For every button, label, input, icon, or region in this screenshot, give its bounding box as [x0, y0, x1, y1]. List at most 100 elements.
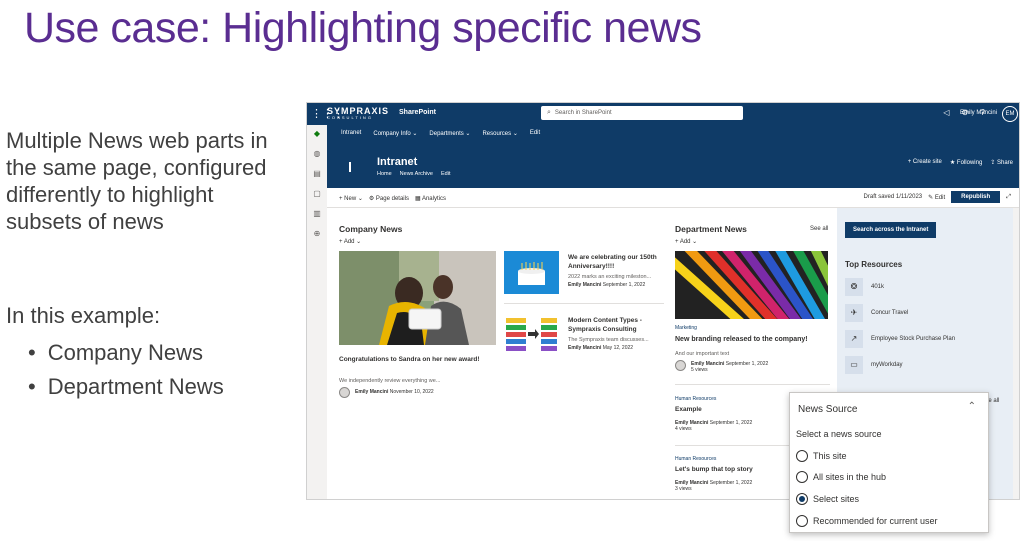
content-types-diagram	[504, 312, 559, 355]
site-title[interactable]: Intranet	[377, 156, 417, 168]
document-icon[interactable]: ▢	[307, 185, 327, 205]
resource-label: Employee Stock Purchase Plan	[871, 336, 956, 342]
department-news-title: Department News	[675, 224, 747, 234]
anniversary-image[interactable]	[504, 251, 559, 294]
author-name[interactable]: Emily Mancini	[568, 345, 601, 351]
author-avatar	[675, 360, 686, 371]
pencils-photo	[675, 251, 828, 319]
radio-recommended[interactable]: Recommended for current user	[796, 514, 938, 528]
line-chart-icon: ↗	[845, 330, 863, 348]
search-placeholder: Search in SharePoint	[554, 110, 612, 116]
radio-button[interactable]	[796, 471, 808, 483]
company-news-add[interactable]: + Add ⌄	[339, 238, 361, 245]
site-nav-item[interactable]: News Archive	[400, 171, 433, 177]
radio-select-sites[interactable]: Select sites	[796, 492, 859, 506]
search-box[interactable]: ⌕ Search in SharePoint	[541, 106, 743, 120]
post-date: September 1, 2022	[602, 282, 646, 288]
news-item-title[interactable]: Example	[675, 405, 702, 414]
hub-nav-item[interactable]: Edit	[530, 130, 540, 138]
brand-logo[interactable]: SYMPRAXIS CONSULTING	[327, 106, 389, 120]
create-site-button[interactable]: + Create site	[908, 159, 942, 166]
globe-icon[interactable]: ◍	[307, 145, 327, 165]
post-date: May 12, 2022	[602, 345, 634, 351]
post-date: November 10, 2022	[389, 389, 434, 395]
radio-button[interactable]	[796, 450, 808, 462]
news-source-subtitle: Select a news source	[796, 429, 882, 439]
hub-nav-item[interactable]: Resources ⌄	[482, 130, 517, 138]
slide-bullet-list: Company News Department News	[28, 336, 224, 404]
avatar[interactable]: EM	[1002, 106, 1018, 122]
news-item-title[interactable]: We are celebrating our 150th Anniversary…	[568, 253, 668, 271]
chevron-up-icon[interactable]: ⌃	[968, 401, 976, 412]
piggy-bank-icon: ❂	[845, 278, 863, 296]
category-label[interactable]: Marketing	[675, 325, 697, 331]
post-date: September 1, 2022	[709, 480, 753, 486]
home-icon[interactable]: ◆	[307, 125, 327, 145]
search-intranet-button[interactable]: Search across the Intranet	[845, 222, 937, 238]
new-button[interactable]: + New ⌄	[339, 195, 363, 202]
hub-nav-item[interactable]: Company Info ⌄	[373, 130, 417, 138]
category-label[interactable]: Human Resources	[675, 456, 716, 462]
scrollbar[interactable]	[1013, 208, 1019, 499]
cake-photo	[504, 251, 559, 294]
megaphone-icon[interactable]: ◁	[943, 108, 949, 117]
department-hero-image[interactable]	[675, 251, 828, 319]
radio-label: All sites in the hub	[813, 472, 887, 482]
news-source-panel: News Source ⌃ Select a news source This …	[789, 392, 989, 533]
site-nav-item[interactable]: Edit	[441, 171, 450, 177]
department-see-all-link[interactable]: See all	[810, 226, 828, 232]
news-item-title[interactable]: Modern Content Types - Sympraxis Consult…	[568, 316, 668, 334]
company-hero-image[interactable]	[339, 251, 496, 345]
site-actions: + Create site ★ Following ⇪ Share	[908, 159, 1013, 166]
news-item-meta: Emily Mancini September 1, 2022 3 views	[675, 480, 752, 492]
user-name[interactable]: Emily Mancini	[960, 110, 997, 116]
app-name[interactable]: SharePoint	[399, 109, 436, 116]
radio-button-selected[interactable]	[796, 493, 808, 505]
hub-nav-item[interactable]: Intranet	[341, 130, 361, 138]
view-count: 5 views	[691, 367, 708, 373]
analytics-button[interactable]: ▦ Analytics	[415, 195, 446, 202]
resource-link[interactable]: ↗ Employee Stock Purchase Plan	[845, 330, 955, 348]
resource-link[interactable]: ▭ myWorkday	[845, 356, 903, 374]
divider	[675, 384, 830, 385]
resource-link[interactable]: ❂ 401k	[845, 278, 884, 296]
news-item-title[interactable]: Let's bump that top story	[675, 465, 753, 474]
share-button[interactable]: ⇪ Share	[990, 159, 1013, 166]
news-icon[interactable]: ▤	[307, 165, 327, 185]
category-label[interactable]: Human Resources	[675, 396, 716, 402]
hub-nav-item[interactable]: Departments ⌄	[429, 130, 470, 138]
radio-this-site[interactable]: This site	[796, 449, 847, 463]
company-news-title: Company News	[339, 224, 403, 234]
lists-icon[interactable]: ▥	[307, 205, 327, 225]
company-hero-meta: Emily Mancini November 10, 2022	[355, 389, 434, 395]
news-item-meta: Emily Mancini September 1, 2022 4 views	[675, 420, 752, 432]
department-news-add[interactable]: + Add ⌄	[675, 238, 697, 245]
republish-button[interactable]: Republish	[951, 191, 1001, 203]
slide: Use case: Highlighting specific news Mul…	[0, 0, 1024, 541]
hero-photo	[339, 251, 496, 345]
company-hero-title[interactable]: Congratulations to Sandra on her new awa…	[339, 355, 489, 364]
site-nav-item[interactable]: Home	[377, 171, 392, 177]
resource-label: Concur Travel	[871, 310, 909, 316]
airplane-icon: ✈	[845, 304, 863, 322]
content-types-image[interactable]	[504, 312, 559, 355]
radio-button[interactable]	[796, 515, 808, 527]
site-logo	[349, 162, 351, 172]
expand-icon[interactable]: ⤢	[1006, 194, 1011, 201]
page-details-button[interactable]: ⚙ Page details	[369, 195, 409, 202]
author-avatar	[339, 387, 350, 398]
following-button[interactable]: ★ Following	[950, 159, 982, 166]
resource-link[interactable]: ✈ Concur Travel	[845, 304, 908, 322]
suite-bar: ⋮⋮⋮ SYMPRAXIS CONSULTING SharePoint ⌕ Sea…	[307, 103, 1019, 125]
department-hero-desc: And our important text	[675, 351, 730, 357]
left-rail: ◆ ◍ ▤ ▢ ▥ ⊕	[307, 125, 327, 499]
author-name[interactable]: Emily Mancini	[355, 389, 388, 395]
radio-all-sites-in-hub[interactable]: All sites in the hub	[796, 470, 886, 484]
department-hero-title[interactable]: New branding released to the company!	[675, 335, 835, 344]
site-header: Intranet Home News Archive Edit + Create…	[327, 143, 1019, 188]
author-name[interactable]: Emily Mancini	[568, 282, 601, 288]
create-icon[interactable]: ⊕	[307, 225, 327, 245]
edit-button[interactable]: ✎ Edit	[928, 194, 945, 201]
search-icon: ⌕	[547, 109, 551, 116]
company-hero-desc: We independently review everything we...	[339, 378, 441, 384]
